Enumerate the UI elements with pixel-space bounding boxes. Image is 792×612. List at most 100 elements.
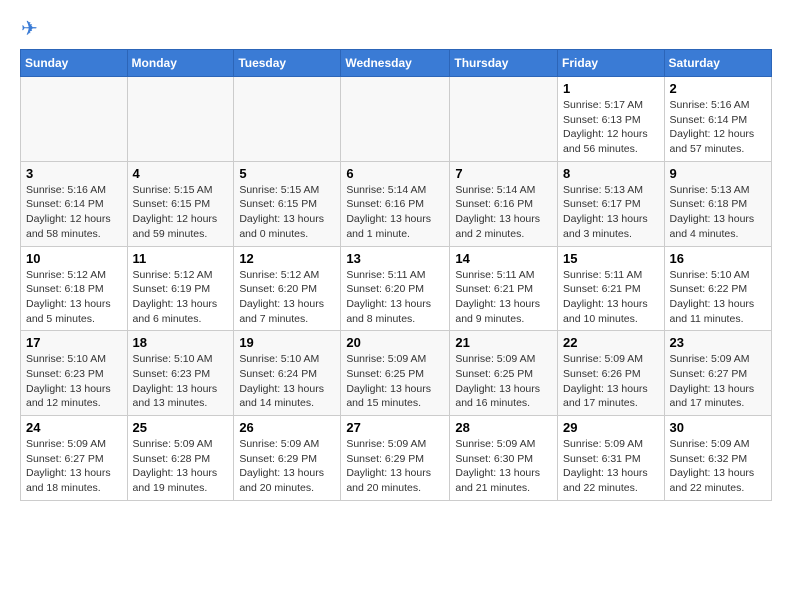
day-number: 2 bbox=[670, 81, 766, 96]
calendar-cell: 24 Sunrise: 5:09 AM Sunset: 6:27 PM Dayli… bbox=[21, 416, 128, 501]
day-info: Sunrise: 5:11 AM Sunset: 6:21 PM Dayligh… bbox=[563, 268, 659, 327]
weekday-header-saturday: Saturday bbox=[664, 50, 771, 77]
day-info: Sunrise: 5:09 AM Sunset: 6:30 PM Dayligh… bbox=[455, 437, 552, 496]
day-info: Sunrise: 5:09 AM Sunset: 6:25 PM Dayligh… bbox=[346, 352, 444, 411]
day-number: 25 bbox=[133, 420, 229, 435]
day-info: Sunrise: 5:16 AM Sunset: 6:14 PM Dayligh… bbox=[26, 183, 122, 242]
day-info: Sunrise: 5:09 AM Sunset: 6:26 PM Dayligh… bbox=[563, 352, 659, 411]
calendar-cell: 19 Sunrise: 5:10 AM Sunset: 6:24 PM Dayli… bbox=[234, 331, 341, 416]
weekday-header-wednesday: Wednesday bbox=[341, 50, 450, 77]
day-number: 23 bbox=[670, 335, 766, 350]
day-number: 19 bbox=[239, 335, 335, 350]
day-info: Sunrise: 5:09 AM Sunset: 6:29 PM Dayligh… bbox=[346, 437, 444, 496]
day-info: Sunrise: 5:15 AM Sunset: 6:15 PM Dayligh… bbox=[239, 183, 335, 242]
calendar-cell: 5 Sunrise: 5:15 AM Sunset: 6:15 PM Daylig… bbox=[234, 161, 341, 246]
day-info: Sunrise: 5:14 AM Sunset: 6:16 PM Dayligh… bbox=[455, 183, 552, 242]
logo-bird-icon: ✈ bbox=[21, 16, 38, 41]
calendar-cell: 1 Sunrise: 5:17 AM Sunset: 6:13 PM Daylig… bbox=[558, 77, 665, 162]
day-info: Sunrise: 5:09 AM Sunset: 6:31 PM Dayligh… bbox=[563, 437, 659, 496]
day-number: 10 bbox=[26, 251, 122, 266]
calendar-cell: 12 Sunrise: 5:12 AM Sunset: 6:20 PM Dayli… bbox=[234, 246, 341, 331]
day-number: 13 bbox=[346, 251, 444, 266]
calendar-cell: 2 Sunrise: 5:16 AM Sunset: 6:14 PM Daylig… bbox=[664, 77, 771, 162]
calendar-cell: 27 Sunrise: 5:09 AM Sunset: 6:29 PM Dayli… bbox=[341, 416, 450, 501]
weekday-header-sunday: Sunday bbox=[21, 50, 128, 77]
day-number: 29 bbox=[563, 420, 659, 435]
calendar-cell bbox=[450, 77, 558, 162]
day-number: 22 bbox=[563, 335, 659, 350]
day-number: 12 bbox=[239, 251, 335, 266]
day-number: 28 bbox=[455, 420, 552, 435]
day-info: Sunrise: 5:11 AM Sunset: 6:21 PM Dayligh… bbox=[455, 268, 552, 327]
calendar-cell: 14 Sunrise: 5:11 AM Sunset: 6:21 PM Dayli… bbox=[450, 246, 558, 331]
day-number: 16 bbox=[670, 251, 766, 266]
day-number: 14 bbox=[455, 251, 552, 266]
calendar-cell: 4 Sunrise: 5:15 AM Sunset: 6:15 PM Daylig… bbox=[127, 161, 234, 246]
day-info: Sunrise: 5:17 AM Sunset: 6:13 PM Dayligh… bbox=[563, 98, 659, 157]
calendar-cell: 25 Sunrise: 5:09 AM Sunset: 6:28 PM Dayli… bbox=[127, 416, 234, 501]
calendar-cell: 3 Sunrise: 5:16 AM Sunset: 6:14 PM Daylig… bbox=[21, 161, 128, 246]
day-number: 18 bbox=[133, 335, 229, 350]
calendar-cell: 30 Sunrise: 5:09 AM Sunset: 6:32 PM Dayli… bbox=[664, 416, 771, 501]
calendar-cell: 21Sunrise: 5:09 AM Sunset: 6:25 PM Dayli… bbox=[450, 331, 558, 416]
day-number: 4 bbox=[133, 166, 229, 181]
day-info: Sunrise: 5:10 AM Sunset: 6:23 PM Dayligh… bbox=[26, 352, 122, 411]
day-number: 9 bbox=[670, 166, 766, 181]
day-number: 24 bbox=[26, 420, 122, 435]
calendar-cell: 8 Sunrise: 5:13 AM Sunset: 6:17 PM Daylig… bbox=[558, 161, 665, 246]
weekday-header-thursday: Thursday bbox=[450, 50, 558, 77]
weekday-header-monday: Monday bbox=[127, 50, 234, 77]
calendar-cell bbox=[234, 77, 341, 162]
calendar-cell: 22 Sunrise: 5:09 AM Sunset: 6:26 PM Dayli… bbox=[558, 331, 665, 416]
day-info: Sunrise: 5:09 AM Sunset: 6:27 PM Dayligh… bbox=[26, 437, 122, 496]
day-number: 5 bbox=[239, 166, 335, 181]
calendar-cell: 13 Sunrise: 5:11 AM Sunset: 6:20 PM Dayli… bbox=[341, 246, 450, 331]
calendar-cell: 7 Sunrise: 5:14 AM Sunset: 6:16 PM Daylig… bbox=[450, 161, 558, 246]
day-number: 15 bbox=[563, 251, 659, 266]
calendar-cell bbox=[341, 77, 450, 162]
day-info: Sunrise: 5:09 AM Sunset: 6:25 PM Dayligh… bbox=[455, 352, 552, 411]
day-number: 20 bbox=[346, 335, 444, 350]
day-info: Sunrise: 5:15 AM Sunset: 6:15 PM Dayligh… bbox=[133, 183, 229, 242]
calendar-cell: 20 Sunrise: 5:09 AM Sunset: 6:25 PM Dayli… bbox=[341, 331, 450, 416]
day-info: Sunrise: 5:13 AM Sunset: 6:18 PM Dayligh… bbox=[670, 183, 766, 242]
calendar-cell: 28 Sunrise: 5:09 AM Sunset: 6:30 PM Dayli… bbox=[450, 416, 558, 501]
day-info: Sunrise: 5:09 AM Sunset: 6:32 PM Dayligh… bbox=[670, 437, 766, 496]
calendar-cell bbox=[127, 77, 234, 162]
day-number: 27 bbox=[346, 420, 444, 435]
calendar-table: SundayMondayTuesdayWednesdayThursdayFrid… bbox=[20, 49, 772, 501]
day-number: 3 bbox=[26, 166, 122, 181]
calendar-cell: 29 Sunrise: 5:09 AM Sunset: 6:31 PM Dayli… bbox=[558, 416, 665, 501]
day-number: 11 bbox=[133, 251, 229, 266]
calendar-cell: 9 Sunrise: 5:13 AM Sunset: 6:18 PM Daylig… bbox=[664, 161, 771, 246]
calendar-cell: 16 Sunrise: 5:10 AM Sunset: 6:22 PM Dayli… bbox=[664, 246, 771, 331]
day-number: 26 bbox=[239, 420, 335, 435]
day-number: 6 bbox=[346, 166, 444, 181]
day-number: 1 bbox=[563, 81, 659, 96]
day-info: Sunrise: 5:10 AM Sunset: 6:22 PM Dayligh… bbox=[670, 268, 766, 327]
day-info: Sunrise: 5:16 AM Sunset: 6:14 PM Dayligh… bbox=[670, 98, 766, 157]
day-number: 8 bbox=[563, 166, 659, 181]
calendar-cell: 10Sunrise: 5:12 AM Sunset: 6:18 PM Dayli… bbox=[21, 246, 128, 331]
day-number: 30 bbox=[670, 420, 766, 435]
day-number: 17 bbox=[26, 335, 122, 350]
day-info: Sunrise: 5:12 AM Sunset: 6:19 PM Dayligh… bbox=[133, 268, 229, 327]
day-info: Sunrise: 5:10 AM Sunset: 6:24 PM Dayligh… bbox=[239, 352, 335, 411]
day-info: Sunrise: 5:11 AM Sunset: 6:20 PM Dayligh… bbox=[346, 268, 444, 327]
weekday-header-tuesday: Tuesday bbox=[234, 50, 341, 77]
weekday-header-friday: Friday bbox=[558, 50, 665, 77]
day-info: Sunrise: 5:09 AM Sunset: 6:29 PM Dayligh… bbox=[239, 437, 335, 496]
day-info: Sunrise: 5:13 AM Sunset: 6:17 PM Dayligh… bbox=[563, 183, 659, 242]
day-info: Sunrise: 5:10 AM Sunset: 6:23 PM Dayligh… bbox=[133, 352, 229, 411]
day-info: Sunrise: 5:12 AM Sunset: 6:20 PM Dayligh… bbox=[239, 268, 335, 327]
calendar-cell: 17 Sunrise: 5:10 AM Sunset: 6:23 PM Dayli… bbox=[21, 331, 128, 416]
calendar-cell: 18 Sunrise: 5:10 AM Sunset: 6:23 PM Dayli… bbox=[127, 331, 234, 416]
calendar-cell: 11 Sunrise: 5:12 AM Sunset: 6:19 PM Dayli… bbox=[127, 246, 234, 331]
day-number: 7 bbox=[455, 166, 552, 181]
calendar-cell: 23Sunrise: 5:09 AM Sunset: 6:27 PM Dayli… bbox=[664, 331, 771, 416]
calendar-cell: 26 Sunrise: 5:09 AM Sunset: 6:29 PM Dayli… bbox=[234, 416, 341, 501]
calendar-cell: 6 Sunrise: 5:14 AM Sunset: 6:16 PM Daylig… bbox=[341, 161, 450, 246]
day-info: Sunrise: 5:14 AM Sunset: 6:16 PM Dayligh… bbox=[346, 183, 444, 242]
day-info: Sunrise: 5:09 AM Sunset: 6:28 PM Dayligh… bbox=[133, 437, 229, 496]
logo: ✈ bbox=[20, 16, 38, 41]
